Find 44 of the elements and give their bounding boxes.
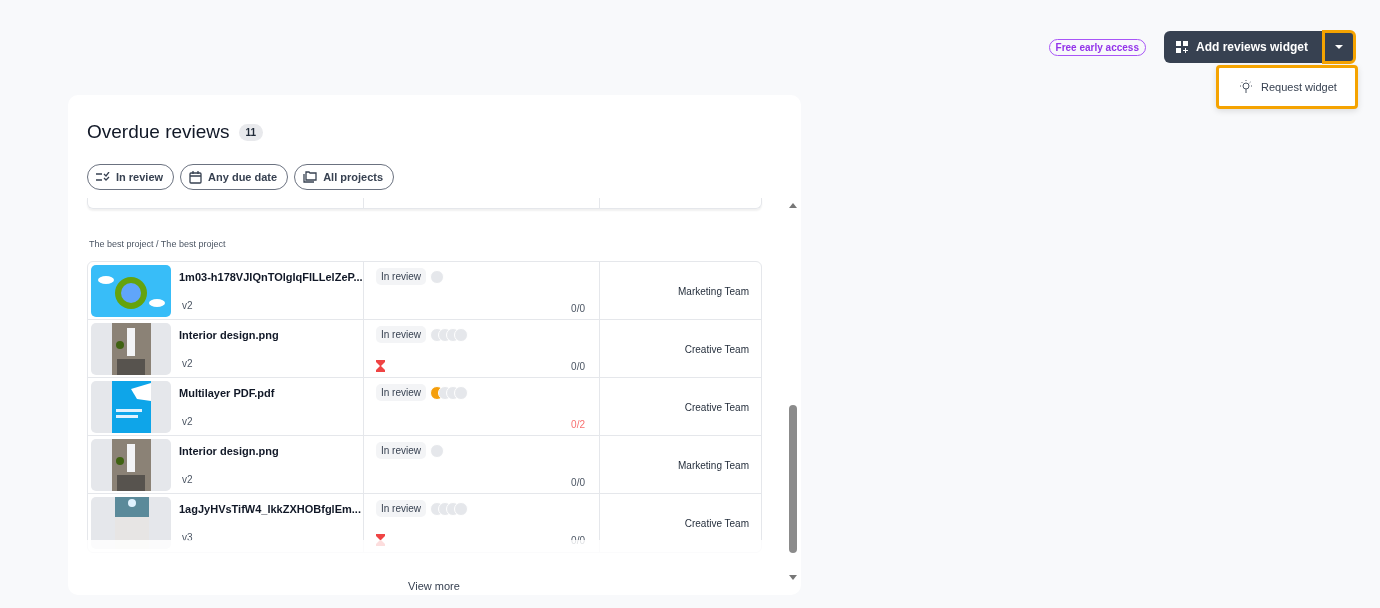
file-name[interactable]: 1agJyHVsTifW4_lkkZXHOBfglEm... [179,503,361,515]
widget-title: Overdue reviews [87,121,230,143]
folders-icon [303,171,318,183]
file-name[interactable]: Interior design.png [179,445,279,457]
view-more-link[interactable]: View more [87,580,781,592]
group-label: The best project / The best project [89,239,227,249]
version-label: v3 [181,532,194,543]
dropdown-button[interactable] [1322,30,1356,64]
team-name: Creative Team [684,401,749,413]
status-pill: In review [376,268,426,285]
team-name: Marketing Team [678,459,749,471]
team-name: Creative Team [684,343,749,355]
file-name[interactable]: 1m03-h178VJIQnTOlgIqFlLLelZeP... [179,271,363,283]
scroll-down-icon[interactable] [787,574,799,582]
hourglass-icon [376,360,385,372]
version-label: v2 [181,416,194,427]
filter-chip[interactable]: In review [87,164,175,190]
version-label: v2 [181,300,194,311]
lightbulb-icon [1239,80,1253,94]
status-pill: In review [376,384,426,401]
status-pill: In review [376,500,426,517]
team-name: Creative Team [684,517,749,529]
file-name[interactable]: Multilayer PDF.pdf [179,387,275,399]
scroll-up-icon[interactable] [787,202,799,210]
calendar-icon [189,170,203,184]
menu-item[interactable]: Request widget [1233,80,1341,94]
progress-count: 0/0 [571,477,585,488]
caret-icon [1335,45,1343,49]
progress-count: 0/0 [571,535,585,546]
progress-count: 0/0 [571,361,585,372]
add-widget-button[interactable]: Add reviews widget [1163,31,1322,63]
progress-count: 0/2 [571,419,585,430]
progress-count: 0/0 [571,303,585,314]
version-label: v2 [181,474,194,485]
checklist-icon [96,172,110,182]
status-pill: In review [376,326,426,343]
filter-chip[interactable]: All projects [294,164,395,190]
count-badge: 11 [238,123,264,141]
version-label: v2 [181,358,194,369]
team-name: Marketing Team [678,285,749,297]
file-name[interactable]: Interior design.png [179,329,279,341]
filter-chip[interactable]: Any due date [180,164,289,190]
grid-plus-icon [1175,41,1188,53]
status-pill: In review [376,442,426,459]
